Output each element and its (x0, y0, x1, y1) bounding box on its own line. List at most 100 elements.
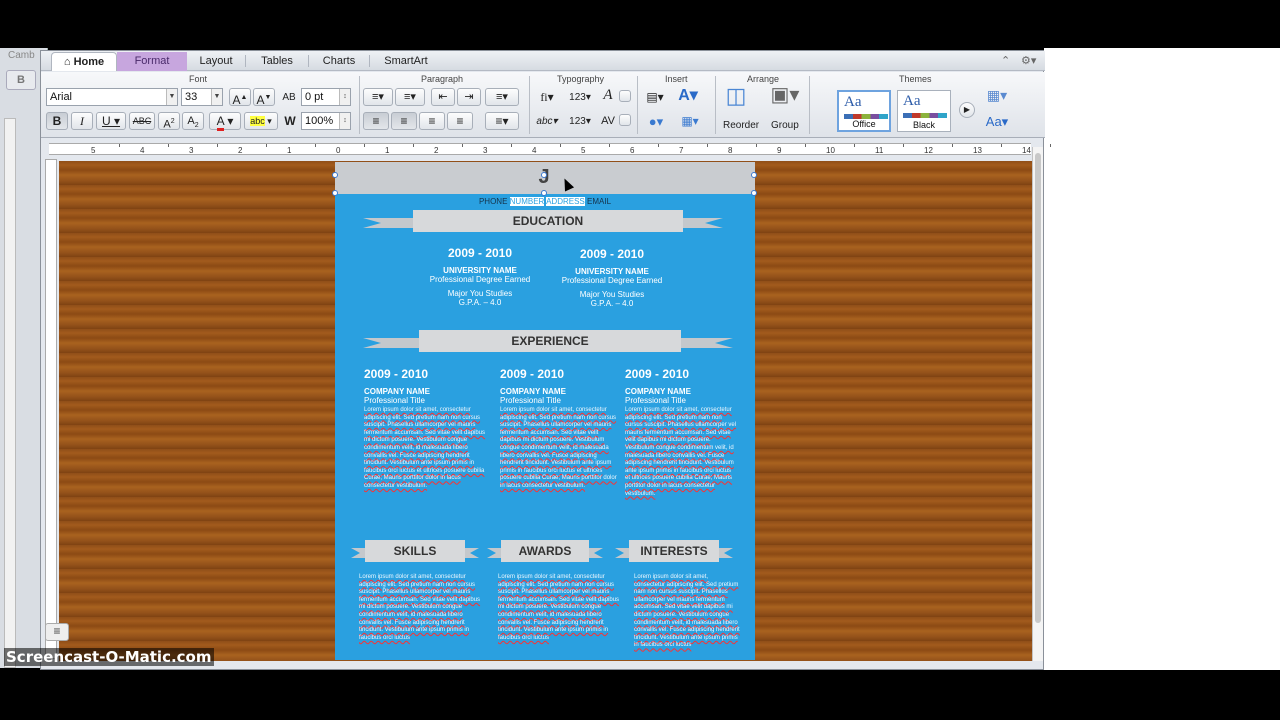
shrink-font-button[interactable]: A▼ (253, 88, 275, 107)
experience-item[interactable]: 2009 - 2010 COMPANY NAME Professional Ti… (364, 367, 490, 491)
awards-section[interactable]: Lorem ipsum dolor sit amet, consectetur … (498, 572, 622, 642)
education-item[interactable]: 2009 - 2010 UNIVERSITY NAME Professional… (547, 247, 677, 308)
experience-item[interactable]: 2009 - 2010 COMPANY NAME Professional Ti… (500, 367, 620, 491)
stepper-icon[interactable]: ↕ (339, 113, 350, 129)
group-title-typography: Typography (557, 74, 605, 84)
align-center-button[interactable]: ≡ (391, 112, 417, 130)
bullets-button[interactable]: ≡▾ (363, 88, 393, 106)
selection-handle[interactable] (332, 172, 338, 178)
ruler-tick-mark (853, 144, 855, 147)
experience-company: COMPANY NAME (364, 387, 430, 396)
group-label[interactable]: Group (771, 120, 799, 131)
scale-combo[interactable]: 100% ↕ (301, 112, 351, 130)
swash-icon[interactable]: abc▾ (533, 112, 561, 130)
italic-button[interactable]: I (71, 112, 93, 130)
selection-handle[interactable] (332, 190, 338, 196)
selection-handle[interactable] (541, 190, 547, 196)
view-options-icon[interactable]: ≡ (45, 623, 69, 641)
picture-icon[interactable]: ▦▾ (677, 112, 703, 130)
resume-page[interactable]: J PHONE NUMBER ADDRESS EMAIL EDUCATION 2… (335, 162, 755, 660)
line-spacing-button[interactable]: ≡▾ (485, 112, 519, 130)
reorder-icon[interactable]: ◫ (721, 85, 751, 112)
font-size-combo[interactable]: 33 ▼ (181, 88, 223, 106)
typography-checkbox[interactable] (619, 90, 631, 102)
text-effects-icon[interactable]: W (281, 112, 299, 130)
bold-button[interactable]: B (46, 112, 68, 130)
justify-button[interactable]: ≡ (447, 112, 473, 130)
theme-fonts-icon[interactable]: Aa▾ (983, 112, 1011, 130)
ruler-tick-label: 1 (287, 146, 292, 155)
tab-tables[interactable]: Tables (249, 52, 305, 71)
experience-description: Lorem ipsum dolor sit amet, consectetur … (625, 407, 737, 497)
shape-icon[interactable]: ●▾ (643, 112, 669, 130)
number-spacing-icon[interactable]: 123▾ (567, 112, 593, 130)
reorder-label[interactable]: Reorder (723, 120, 759, 131)
theme-sample: Aa (903, 93, 921, 109)
chevron-down-icon[interactable]: ▼ (166, 89, 177, 105)
vertical-ruler[interactable] (45, 159, 57, 659)
number-forms-icon[interactable]: 123▾ (567, 88, 593, 106)
background-bold-button[interactable]: B (6, 70, 36, 90)
experience-heading: EXPERIENCE (419, 330, 681, 352)
ruler-tick-mark (510, 144, 512, 147)
character-spacing-icon[interactable]: AB (279, 88, 299, 106)
ligatures-icon[interactable]: fi▾ (535, 88, 559, 106)
group-title-paragraph: Paragraph (421, 74, 464, 84)
scrollbar-thumb[interactable] (1035, 153, 1041, 623)
ribbon-settings-icon[interactable]: ⚙▾ (1021, 54, 1036, 67)
education-school: UNIVERSITY NAME (575, 267, 649, 276)
stylistic-set-icon[interactable]: A (599, 86, 617, 104)
group-icon[interactable]: ▣▾ (767, 85, 803, 112)
spacing-combo[interactable]: 0 pt ↕ (301, 88, 351, 106)
font-color-button[interactable]: A ▾ (209, 112, 241, 131)
subscript-button[interactable]: A2 (182, 112, 204, 130)
kerning-icon[interactable]: AV (599, 112, 617, 130)
underline-button[interactable]: U ▾ (96, 112, 126, 130)
highlight-button[interactable]: abc ▾ (244, 112, 278, 130)
selection-handle[interactable] (541, 172, 547, 178)
education-item[interactable]: 2009 - 2010 UNIVERSITY NAME Professional… (415, 246, 545, 307)
chevron-down-icon[interactable]: ▼ (211, 89, 222, 105)
strikethrough-button[interactable]: ABC (129, 112, 155, 130)
theme-scroll-right-icon[interactable]: ▶ (959, 102, 975, 118)
text-box-icon[interactable]: ▤▾ (643, 88, 667, 106)
typography-checkbox[interactable] (619, 114, 631, 126)
align-left-button[interactable]: ≡ (363, 112, 389, 130)
tab-layout[interactable]: Layout (191, 52, 241, 71)
horizontal-ruler[interactable]: 5 4 3 2 1 0 1 2 3 4 5 6 7 8 9 10 11 12 13 14 (49, 143, 1051, 155)
grow-font-button[interactable]: A▲ (229, 88, 251, 107)
experience-description: Lorem ipsum dolor sit amet, consectetur … (364, 407, 486, 489)
ruler-tick-mark (755, 144, 757, 147)
education-major: Major You Studies (447, 289, 513, 298)
education-gpa: G.P.A. – 4.0 (590, 299, 634, 308)
skills-section[interactable]: Lorem ipsum dolor sit amet, consectetur … (359, 572, 483, 642)
experience-item[interactable]: 2009 - 2010 COMPANY NAME Professional Ti… (625, 367, 737, 498)
vertical-scrollbar[interactable] (1032, 147, 1043, 661)
tab-charts[interactable]: Charts (311, 52, 367, 71)
tab-home[interactable]: ⌂ Home (51, 52, 117, 71)
decrease-indent-button[interactable]: ⇤ (431, 88, 455, 106)
selection-handle[interactable] (751, 190, 757, 196)
font-name-combo[interactable]: Arial ▼ (46, 88, 178, 106)
tab-smartart[interactable]: SmartArt (371, 52, 441, 71)
ruler-tick-label: 9 (777, 146, 782, 155)
paragraph-direction-button[interactable]: ≡▾ (485, 88, 519, 106)
tab-format[interactable]: Format (117, 52, 187, 71)
wordart-icon[interactable]: A▾ (675, 86, 701, 104)
experience-years: 2009 - 2010 (364, 367, 429, 381)
ruler-tick-mark (608, 144, 610, 147)
numbering-button[interactable]: ≡▾ (395, 88, 425, 106)
increase-indent-button[interactable]: ⇥ (457, 88, 481, 106)
align-right-button[interactable]: ≡ (419, 112, 445, 130)
theme-colors-icon[interactable]: ▦▾ (983, 86, 1011, 104)
group-separator (637, 76, 638, 134)
stepper-icon[interactable]: ↕ (339, 89, 350, 105)
education-years: 2009 - 2010 (579, 247, 645, 261)
collapse-ribbon-icon[interactable]: ⌃ (1001, 54, 1010, 67)
contact-line[interactable]: PHONE NUMBER ADDRESS EMAIL (335, 197, 755, 206)
theme-black[interactable]: Aa Black (897, 90, 951, 132)
selection-handle[interactable] (751, 172, 757, 178)
superscript-button[interactable]: A2 (158, 112, 180, 131)
interests-section[interactable]: Lorem ipsum dolor sit amet, consectetur … (634, 572, 740, 650)
theme-office[interactable]: Aa Office (837, 90, 891, 132)
